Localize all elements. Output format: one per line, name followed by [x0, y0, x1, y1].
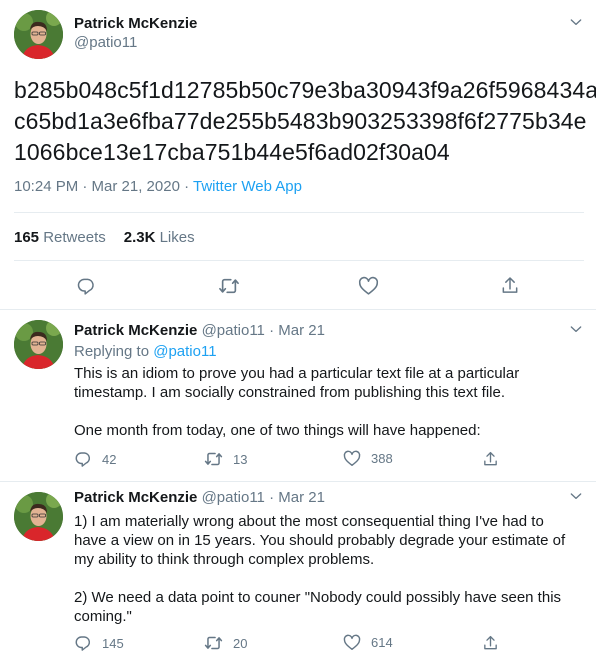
like-action[interactable]: 388: [343, 450, 393, 467]
chevron-down-icon[interactable]: [568, 488, 584, 504]
author-handle[interactable]: @patio11: [202, 489, 265, 506]
author-name[interactable]: Patrick McKenzie: [74, 322, 197, 339]
retweets-label: Retweets: [43, 229, 106, 246]
reply-text: This is an idiom to prove you had a part…: [74, 364, 579, 440]
retweet-action[interactable]: 20: [204, 634, 247, 652]
retweet-count: 13: [233, 451, 248, 467]
like-count: 614: [371, 635, 393, 650]
tweet-meta: 10:24 PM · Mar 21, 2020 · Twitter Web Ap…: [14, 178, 302, 195]
divider: [14, 212, 584, 213]
avatar[interactable]: [14, 320, 63, 369]
chevron-down-icon[interactable]: [568, 14, 584, 30]
tweet-text-line: 1066bce13e17cba751b44e5f6ad02f30a04: [14, 139, 450, 165]
author-name[interactable]: Patrick McKenzie: [74, 15, 197, 32]
retweet-action[interactable]: 13: [204, 450, 247, 468]
avatar[interactable]: [14, 492, 63, 541]
reply-date[interactable]: · Mar 21: [269, 489, 325, 506]
reply-paragraph: This is an idiom to prove you had a part…: [74, 365, 520, 401]
like-count: 388: [371, 451, 393, 466]
reply-action[interactable]: 145: [74, 634, 124, 652]
meta-separator: ·: [179, 178, 193, 195]
retweet-icon[interactable]: [218, 276, 240, 296]
share-icon[interactable]: [500, 275, 520, 296]
reply-date[interactable]: · Mar 21: [269, 322, 325, 339]
share-icon[interactable]: [482, 450, 509, 468]
reply-icon[interactable]: [76, 276, 96, 296]
reply-header: Patrick McKenzie @patio11 · Mar 21: [74, 322, 325, 339]
replying-to: Replying to @patio11: [74, 343, 217, 360]
reply-paragraph: 2) We need a data point to couner "Nobod…: [74, 589, 562, 625]
retweet-count: 20: [233, 635, 248, 651]
reply-count: 42: [102, 451, 117, 467]
tweet-text-line: b285b048c5f1d12785b50c79e3ba30943f9a26f5…: [14, 77, 596, 103]
tweet-text-line: c65bd1a3e6fba77de255b5483b903253398f6f27…: [14, 108, 587, 134]
likes-label: Likes: [159, 229, 195, 246]
author-handle[interactable]: @patio11: [74, 34, 137, 51]
replying-prefix: Replying to: [74, 343, 150, 360]
likes-stat[interactable]: 2.3K Likes: [124, 229, 195, 246]
author-name[interactable]: Patrick McKenzie: [74, 489, 197, 506]
author-handle[interactable]: @patio11: [202, 322, 265, 339]
replying-handle-link[interactable]: @patio11: [153, 343, 216, 360]
retweets-stat[interactable]: 165 Retweets: [14, 229, 106, 246]
reply-action[interactable]: 42: [74, 450, 116, 468]
timestamp[interactable]: 10:24 PM · Mar 21, 2020: [14, 178, 180, 195]
reply-text: 1) I am materially wrong about the most …: [74, 512, 579, 626]
engagement-stats: 165 Retweets 2.3K Likes: [14, 229, 195, 246]
source-link[interactable]: Twitter Web App: [193, 178, 302, 195]
divider: [14, 260, 584, 261]
reply-header: Patrick McKenzie @patio11 · Mar 21: [74, 489, 325, 506]
likes-count: 2.3K: [123, 229, 156, 246]
reply-paragraph: 1) I am materially wrong about the most …: [74, 513, 566, 568]
reply-tweet[interactable]: Patrick McKenzie @patio11 · Mar 21 Reply…: [0, 310, 596, 482]
tweet-text: b285b048c5f1d12785b50c79e3ba30943f9a26f5…: [14, 75, 596, 168]
like-icon[interactable]: [358, 276, 379, 296]
like-action[interactable]: 614: [343, 634, 393, 651]
avatar[interactable]: [14, 10, 63, 59]
reply-paragraph: One month from today, one of two things …: [74, 422, 481, 439]
main-tweet: Patrick McKenzie @patio11 b285b048c5f1d1…: [0, 0, 596, 310]
chevron-down-icon[interactable]: [568, 321, 584, 337]
reply-count: 145: [102, 635, 124, 651]
retweets-count: 165: [14, 229, 40, 246]
share-icon[interactable]: [482, 634, 509, 652]
reply-tweet[interactable]: Patrick McKenzie @patio11 · Mar 21 1) I …: [0, 482, 596, 654]
